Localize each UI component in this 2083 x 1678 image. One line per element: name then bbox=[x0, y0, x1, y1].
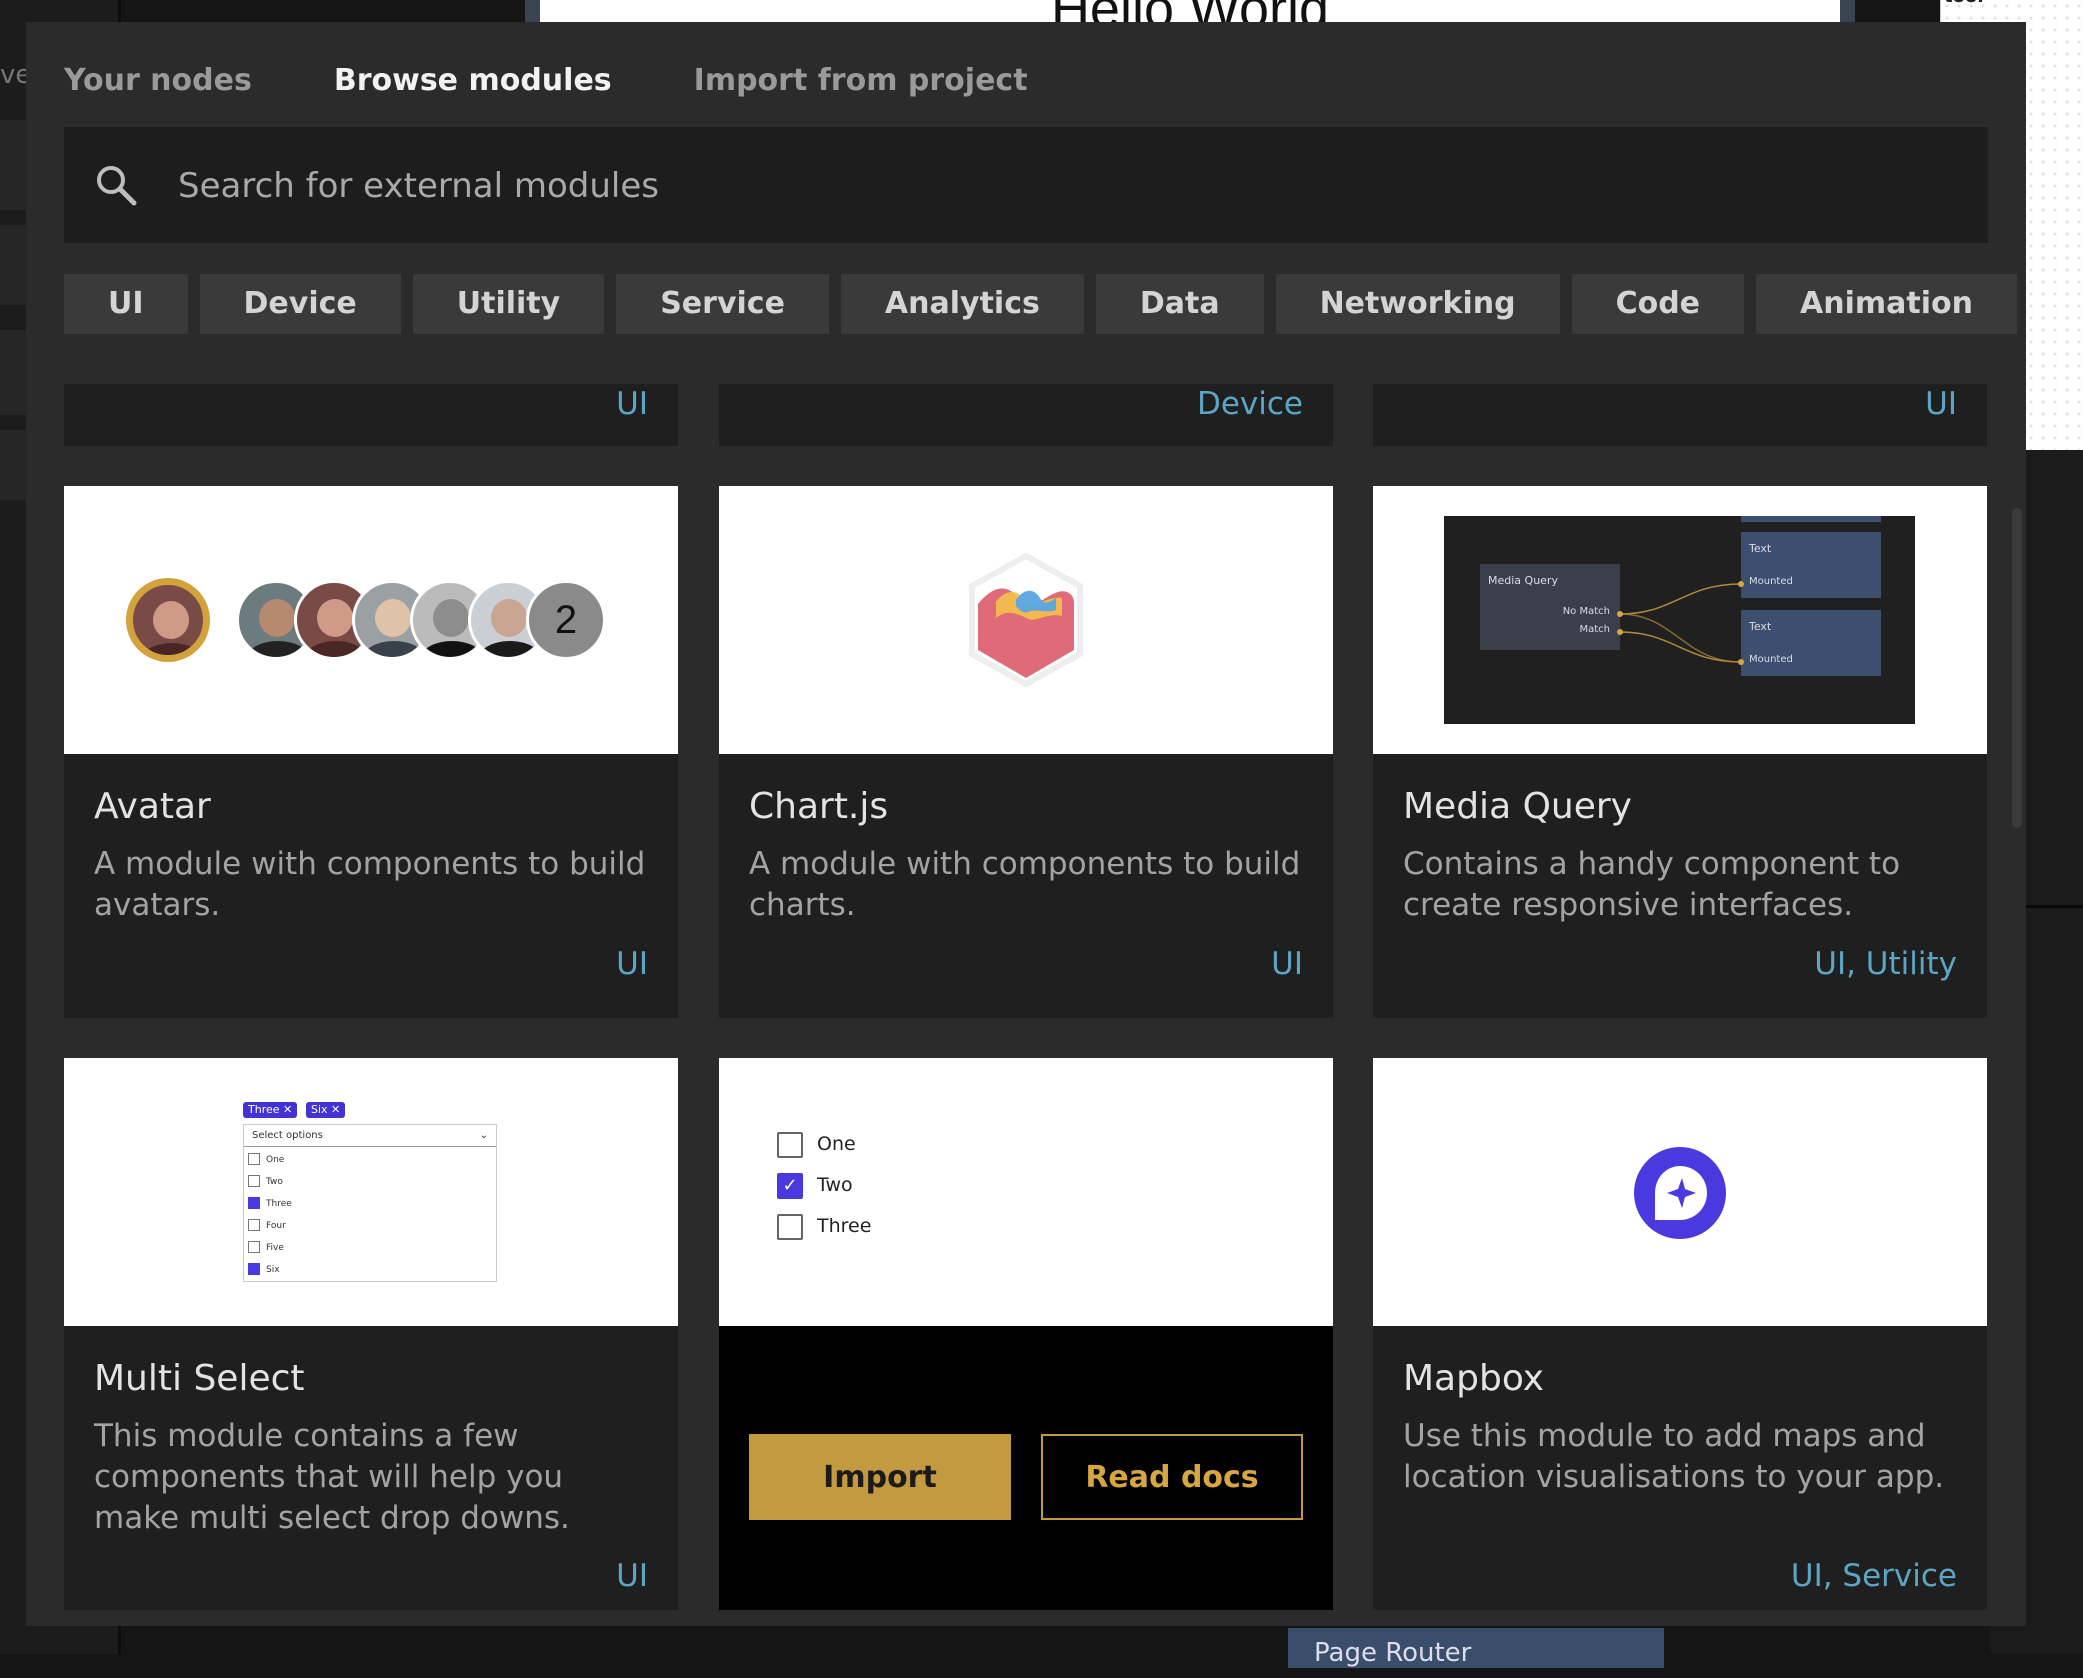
checkbox bbox=[777, 1214, 803, 1240]
chevron-down-icon: ⌄ bbox=[479, 1130, 488, 1141]
module-tags: UI bbox=[616, 946, 648, 982]
module-tags: UI, Utility bbox=[1814, 946, 1957, 982]
module-title: Chart.js bbox=[749, 786, 889, 827]
module-card[interactable]: UI bbox=[1373, 384, 1987, 446]
dropdown-option: Two bbox=[248, 1175, 283, 1191]
dropdown-header: Select options ⌄ bbox=[244, 1125, 496, 1147]
filter-networking[interactable]: Networking bbox=[1275, 274, 1560, 334]
module-preview: 2 bbox=[64, 486, 678, 754]
multi-select-dropdown: Select options ⌄ One Two Three Four Five … bbox=[243, 1124, 497, 1282]
panel-stub bbox=[0, 330, 26, 415]
dropdown-option: Three bbox=[248, 1197, 292, 1213]
import-button[interactable]: Import bbox=[749, 1434, 1011, 1520]
search-icon bbox=[97, 166, 137, 206]
filter-analytics[interactable]: Analytics bbox=[840, 274, 1084, 334]
module-preview: One ✓ Two Three bbox=[719, 1058, 1333, 1326]
module-title: Media Query bbox=[1403, 786, 1632, 827]
card-hover-overlay: Import Read docs bbox=[719, 1326, 1333, 1610]
dropdown-option: Six bbox=[248, 1263, 280, 1279]
module-preview: Media Query No Match Match Text Mounted … bbox=[1373, 486, 1987, 754]
module-tags: UI bbox=[616, 1558, 648, 1594]
avatar-overflow-count: 2 bbox=[526, 580, 606, 660]
module-preview bbox=[719, 486, 1333, 754]
filter-code[interactable]: Code bbox=[1571, 274, 1745, 334]
canvas-heading: Hello World bbox=[540, 0, 1840, 22]
dropdown-option: Five bbox=[248, 1241, 284, 1257]
avatar bbox=[130, 582, 206, 658]
mapbox-logo-icon bbox=[1634, 1147, 1726, 1239]
module-description: Contains a handy component to create res… bbox=[1403, 846, 1901, 923]
module-title: Avatar bbox=[94, 786, 211, 827]
filter-data[interactable]: Data bbox=[1095, 274, 1264, 334]
selected-chip: Six ✕ bbox=[306, 1102, 346, 1118]
module-description: A module with components to build avatar… bbox=[94, 846, 646, 923]
module-card-mapbox[interactable]: Mapbox Use this module to add maps and l… bbox=[1373, 1058, 1987, 1610]
checkbox-checked: ✓ bbox=[777, 1173, 803, 1199]
module-description: Use this module to add maps and location… bbox=[1403, 1418, 1945, 1495]
module-card-media-query[interactable]: Media Query No Match Match Text Mounted … bbox=[1373, 486, 1987, 1018]
background-right-label: tool bbox=[1944, 0, 1984, 7]
panel-stub bbox=[0, 430, 26, 500]
dropdown-option: Four bbox=[248, 1219, 286, 1235]
filter-service[interactable]: Service bbox=[616, 274, 829, 334]
checkbox bbox=[777, 1132, 803, 1158]
module-card-chartjs[interactable]: Chart.js A module with components to bui… bbox=[719, 486, 1333, 1018]
module-preview bbox=[1373, 1058, 1987, 1326]
module-card-avatar[interactable]: 2 Avatar A module with components to bui… bbox=[64, 486, 678, 1018]
module-description: This module contains a few components th… bbox=[94, 1418, 570, 1536]
node-graph: Media Query No Match Match Text Mounted … bbox=[1444, 516, 1915, 724]
tab-browse-modules[interactable]: Browse modules bbox=[334, 56, 612, 106]
category-filters: UI Device Utility Service Analytics Data… bbox=[64, 274, 2017, 334]
module-tags: UI, Service bbox=[1790, 1558, 1957, 1594]
checkbox-label: Three bbox=[817, 1215, 872, 1237]
panel-stub bbox=[0, 120, 26, 210]
filter-device[interactable]: Device bbox=[199, 274, 401, 334]
checkbox-label: Two bbox=[817, 1174, 853, 1196]
module-description: A module with components to build charts… bbox=[749, 846, 1301, 923]
selected-chip: Three ✕ bbox=[243, 1102, 298, 1118]
search-input[interactable] bbox=[176, 153, 1960, 219]
chartjs-logo-icon bbox=[969, 552, 1083, 688]
module-card[interactable]: UI bbox=[64, 384, 678, 446]
preview-canvas: Hello World bbox=[540, 0, 1840, 22]
module-card-multi-select[interactable]: Three ✕ Six ✕ Select options ⌄ One Two Th… bbox=[64, 1058, 678, 1610]
module-title: Mapbox bbox=[1403, 1358, 1545, 1399]
module-preview: Three ✕ Six ✕ Select options ⌄ One Two Th… bbox=[64, 1058, 678, 1326]
module-grid: UI Device UI 2 Avatar A module with comp… bbox=[64, 384, 1988, 1626]
module-tags: UI bbox=[1271, 946, 1303, 982]
node-connections bbox=[1617, 581, 1744, 665]
module-tags: UI bbox=[1925, 386, 1957, 422]
filter-animation[interactable]: Animation bbox=[1756, 274, 2017, 334]
module-tags: Device bbox=[1196, 386, 1303, 422]
module-browser-modal: Your nodes Browse modules Import from pr… bbox=[26, 22, 2026, 1626]
scrollbar-thumb[interactable] bbox=[2012, 508, 2022, 828]
tab-your-nodes[interactable]: Your nodes bbox=[64, 56, 252, 106]
node-page-router[interactable]: Page Router bbox=[1288, 1628, 1664, 1668]
module-title: Multi Select bbox=[94, 1358, 305, 1399]
module-card-checkbox[interactable]: One ✓ Two Three Import Read docs bbox=[719, 1058, 1333, 1610]
panel-stub bbox=[0, 225, 26, 305]
filter-utility[interactable]: Utility bbox=[412, 274, 605, 334]
dropdown-option: One bbox=[248, 1153, 284, 1169]
tab-bar: Your nodes Browse modules Import from pr… bbox=[64, 56, 1028, 106]
tab-import-from-project[interactable]: Import from project bbox=[694, 56, 1028, 106]
search-bar bbox=[64, 127, 1988, 243]
filter-ui[interactable]: UI bbox=[64, 274, 188, 334]
read-docs-button[interactable]: Read docs bbox=[1041, 1434, 1303, 1520]
checkbox-label: One bbox=[817, 1133, 856, 1155]
module-card[interactable]: Device bbox=[719, 384, 1333, 446]
module-tags: UI bbox=[616, 386, 648, 422]
